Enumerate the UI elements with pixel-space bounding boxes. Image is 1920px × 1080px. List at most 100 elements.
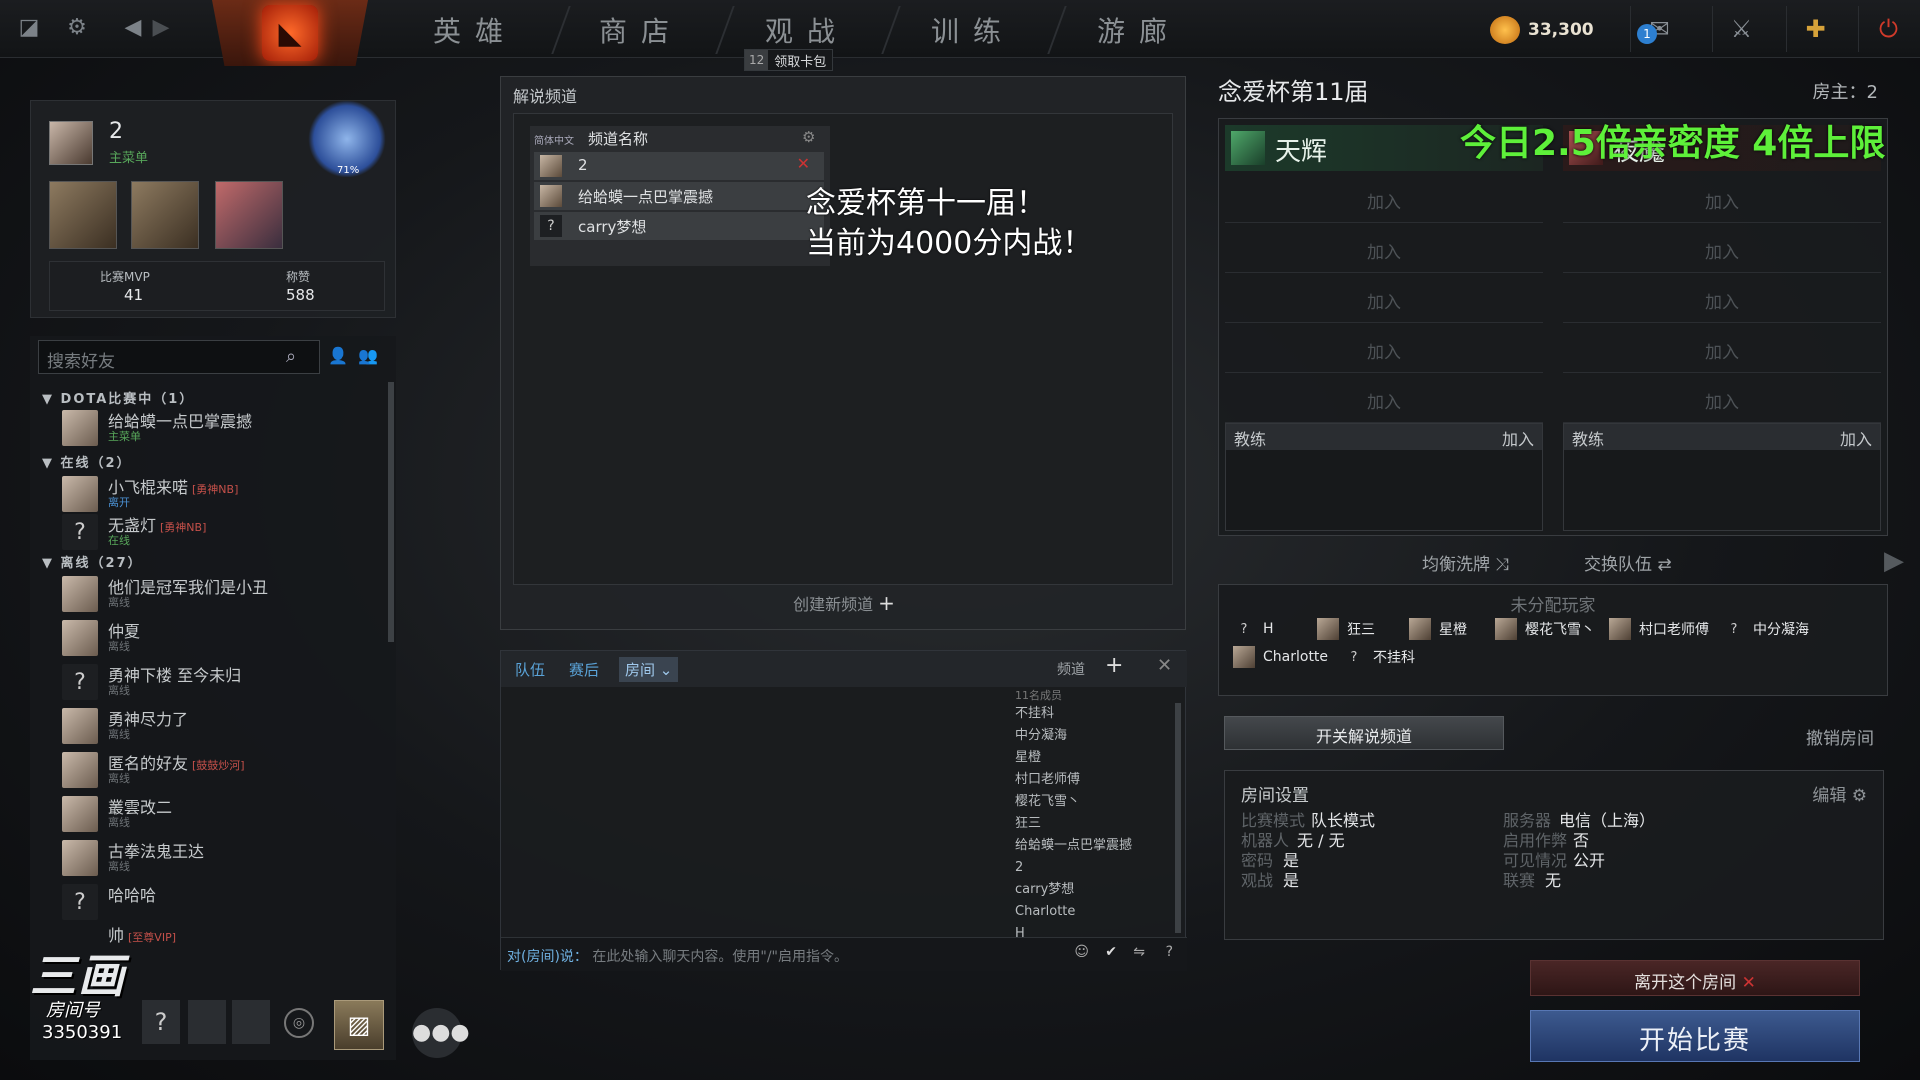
unassigned-player[interactable]: 狂三 [1317,617,1375,641]
notifications-button[interactable]: ✉ 1 [1630,6,1688,52]
quit-button[interactable]: ⏻ [1858,6,1918,52]
dota-logo-button[interactable]: ◣ [212,0,368,66]
friend-row[interactable]: 叢雲改二 离线 [62,794,382,834]
chat-member[interactable]: 村口老师傅 [1015,769,1175,791]
unassigned-player[interactable]: 村口老师傅 [1609,617,1709,641]
unassigned-player[interactable]: ? H [1233,617,1274,641]
join-slot[interactable]: 加入 [1225,275,1543,323]
coach-join-button[interactable]: 加入 [1840,426,1872,449]
create-channel-button[interactable]: 创建新频道 + [501,591,1187,615]
party-slot[interactable] [188,1000,226,1044]
swap-teams-button[interactable]: 交换队伍 ⇄ [1584,550,1672,575]
join-slot[interactable]: 加入 [1563,175,1881,223]
join-slot[interactable]: 加入 [1225,375,1543,423]
chat-member[interactable]: 星橙 [1015,747,1175,769]
unassigned-player[interactable]: 星橙 [1409,617,1467,641]
group-header-offline[interactable]: ▼ 离线（27） [42,552,143,571]
hero-portrait[interactable] [49,181,117,249]
chat-member[interactable]: 给蛤蟆一点巴掌震撼 [1015,835,1175,857]
join-slot[interactable]: 加入 [1563,375,1881,423]
scrollbar[interactable] [388,382,394,642]
reward-claim-button[interactable]: 12 领取卡包 [744,49,834,71]
help-icon[interactable]: ? [1166,944,1173,960]
group-header-ingame[interactable]: ▼ DOTA比赛中（1） [42,388,194,407]
channel-settings-gear-icon[interactable]: ⚙ [802,128,815,146]
edit-settings-button[interactable]: 编辑 ⚙ [1812,781,1867,806]
chat-input[interactable]: 对(房间)说： 在此处输入聊天内容。使用"/"启用指令。 ☺ ✔ ⇋ ? [501,937,1187,971]
friend-search-input[interactable]: 搜索好友 [38,340,320,374]
unassigned-player[interactable]: ? 不挂科 [1343,645,1415,669]
chat-member[interactable]: 不挂科 [1015,703,1175,725]
battle-pass-icon[interactable]: ▨ [334,1000,384,1050]
armory-button[interactable]: ⚔ [1712,6,1770,52]
friends-group-icon[interactable]: 👥 [358,346,378,365]
unassigned-player[interactable]: Charlotte [1233,645,1328,669]
leave-lobby-button[interactable]: 离开这个房间 ✕ [1530,960,1860,996]
avatar[interactable] [49,121,93,165]
close-icon[interactable]: ✕ [797,154,810,173]
friend-row[interactable]: 小飞棍来喏 [勇神NB] 离开 [62,474,382,514]
start-game-button[interactable]: 开始比赛 [1530,1010,1860,1062]
plus-button[interactable]: ✚ [1786,6,1844,52]
join-slot[interactable]: 加入 [1225,325,1543,373]
chat-member[interactable]: Charlotte [1015,901,1175,923]
join-slot[interactable]: 加入 [1563,275,1881,323]
chat-member[interactable]: 2 [1015,857,1175,879]
add-friend-icon[interactable]: 👤 [328,346,348,365]
friend-row[interactable]: 仲夏 离线 [62,618,382,658]
channel-row[interactable]: ? carry梦想 [534,212,824,240]
friend-row[interactable]: 给蛤蟆一点巴掌震撼 主菜单 [62,408,382,448]
settings-gear-icon[interactable]: ⚙ [60,10,94,44]
friend-row[interactable]: 勇神尽力了 离线 [62,706,382,746]
nav-tab-store[interactable]: 商店 [566,10,716,50]
unknown-party-slot-icon[interactable]: ? [142,1000,180,1044]
chat-wheel-icon[interactable]: ⇋ [1133,944,1145,960]
close-chat-icon[interactable]: ✕ [1157,655,1172,676]
hero-portrait[interactable] [131,181,199,249]
nav-tab-heroes[interactable]: 英雄 [400,10,550,50]
friend-row[interactable]: 古拳法鬼王达 离线 [62,838,382,878]
add-channel-icon[interactable]: + [1105,653,1123,678]
chat-member[interactable]: 中分凝海 [1015,725,1175,747]
headset-icon[interactable]: ◎ [284,1008,314,1038]
dashboard-icon[interactable]: ◪ [12,10,46,44]
chat-member[interactable]: carry梦想 [1015,879,1175,901]
join-slot[interactable]: 加入 [1225,175,1543,223]
disband-lobby-button[interactable]: 撤销房间 [1806,724,1874,749]
nav-tab-learn[interactable]: 训练 [898,10,1048,50]
emoji-icon[interactable]: ☺ [1074,944,1089,960]
join-slot[interactable]: 加入 [1563,225,1881,273]
join-slot[interactable]: 加入 [1225,225,1543,273]
chat-member[interactable]: 樱花飞雪丶 [1015,791,1175,813]
toggle-caster-channel-button[interactable]: 开关解说频道 [1224,716,1504,750]
tab-lobby[interactable]: 房间 ⌄ [619,657,679,682]
channel-label[interactable]: 频道 [1057,659,1085,679]
chat-member[interactable]: 狂三 [1015,813,1175,835]
search-icon[interactable]: ⌕ [286,346,296,367]
join-slot[interactable]: 加入 [1563,325,1881,373]
balance-shuffle-button[interactable]: 均衡洗牌 ⤨ [1422,550,1509,575]
tab-team[interactable]: 队伍 [509,657,551,682]
tab-postgame[interactable]: 赛后 [563,657,605,682]
expand-arrow-icon[interactable]: ▶ [1884,546,1904,576]
friend-row[interactable]: ? 无盏灯 [勇神NB] 在线 [62,512,382,552]
friend-row[interactable]: 他们是冠军我们是小丑 离线 [62,574,382,614]
send-check-icon[interactable]: ✔ [1105,944,1117,960]
coach-join-button[interactable]: 加入 [1502,426,1534,449]
friend-row[interactable]: ? 勇神下楼 至今未归 离线 [62,662,382,702]
unassigned-player[interactable]: ? 中分凝海 [1723,617,1809,641]
unassigned-player[interactable]: 樱花飞雪丶 [1495,617,1595,641]
forward-arrow-icon[interactable]: ▶ [144,10,178,44]
scrollbar[interactable] [1175,703,1181,933]
group-header-online[interactable]: ▼ 在线（2） [42,452,132,471]
party-slot[interactable] [232,1000,270,1044]
nav-tab-watch[interactable]: 观战 [732,10,882,50]
channel-row[interactable]: 给蛤蟆一点巴掌震撼 [534,182,824,210]
friend-row[interactable]: ? 哈哈哈 [62,882,382,922]
party-menu-icon[interactable]: ●●● [412,1008,470,1058]
shards-balance[interactable]: 33,300 [1490,12,1594,48]
friend-row[interactable]: 匿名的好友 [鼓鼓炒河] 离线 [62,750,382,790]
profile-name[interactable]: 2 [109,119,123,144]
channel-row[interactable]: 2 ✕ [534,152,824,180]
nav-tab-arcade[interactable]: 游廊 [1064,10,1214,50]
